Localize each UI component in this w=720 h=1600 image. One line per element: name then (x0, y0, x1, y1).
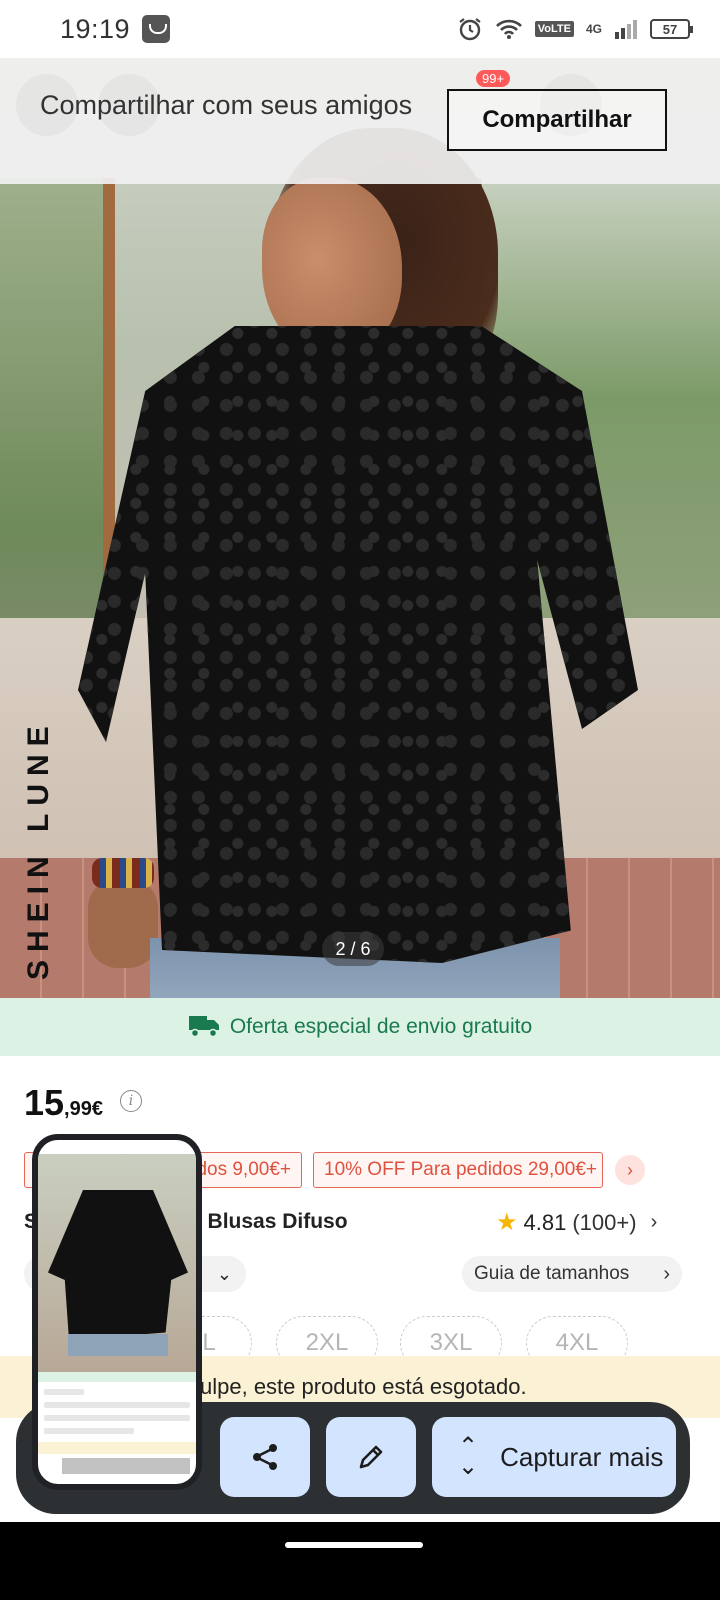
bracelet (92, 858, 154, 888)
size-guide-label: Guia de tamanhos (474, 1263, 630, 1284)
capture-more-button[interactable]: ⌃ ⌄ Capturar mais (432, 1417, 676, 1497)
thumbnail-image (38, 1154, 196, 1372)
thumbnail-content (38, 1372, 196, 1454)
shipping-offer-text: Oferta especial de envio gratuito (229, 1015, 533, 1038)
network-gen: 4G (585, 22, 602, 36)
product-price: 15,99€ (24, 1082, 103, 1124)
rating-count: (100+) (572, 1209, 637, 1235)
rating[interactable]: ★ 4.81 (100+) › (496, 1208, 657, 1237)
pencil-icon (359, 1445, 383, 1469)
price-decimal: ,99€ (64, 1098, 103, 1120)
edit-screenshot-button[interactable] (326, 1417, 416, 1497)
shipping-offer-strip[interactable]: Oferta especial de envio gratuito (0, 998, 720, 1056)
alarm-icon (457, 16, 483, 42)
brand-watermark: SHEIN LUNE (22, 718, 55, 980)
share-button[interactable]: Compartilhar (447, 89, 667, 151)
coupon-more-chevron-icon[interactable]: › (615, 1155, 645, 1185)
chevron-down-icon: ⌄ (216, 1263, 232, 1284)
truck-icon (188, 1012, 220, 1043)
chevron-right-icon: › (663, 1262, 670, 1285)
capture-more-label: Capturar mais (500, 1441, 664, 1472)
status-icons: VoLTE 4G 57 (457, 16, 693, 42)
screenshot-thumbnail[interactable] (32, 1134, 202, 1490)
battery-icon: 57 (650, 19, 693, 39)
title-end: s Blusas Difuso (190, 1210, 348, 1233)
status-bar: 19:19 VoLTE 4G 57 (0, 0, 720, 58)
wifi-icon (495, 18, 523, 40)
share-screenshot-button[interactable] (220, 1417, 310, 1497)
price-integer: 15 (24, 1082, 65, 1123)
product-image[interactable] (0, 58, 720, 1018)
cart-badge: 99+ (476, 70, 511, 87)
volte-badge: VoLTE (534, 21, 574, 37)
status-time: 19:19 (60, 13, 131, 44)
expand-vertical-icon: ⌃ ⌄ (458, 1433, 479, 1480)
signal-icon (614, 18, 638, 40)
home-gesture-handle[interactable] (285, 1542, 423, 1548)
size-guide-button[interactable]: Guia de tamanhos › (462, 1256, 682, 1292)
rating-value: 4.81 (523, 1209, 567, 1235)
thumbnail-bottom-bar (62, 1458, 190, 1474)
coupon-2[interactable]: 10% OFF Para pedidos 29,00€+ (313, 1152, 603, 1188)
navigation-bar (0, 1522, 720, 1600)
image-counter: 2 / 6 (322, 932, 384, 966)
info-icon[interactable]: i (120, 1090, 142, 1112)
chevron-right-icon: › (650, 1211, 658, 1233)
share-prompt-text: Compartilhar com seus amigos (40, 90, 413, 120)
model-arm (88, 878, 158, 968)
star-icon: ★ (496, 1209, 518, 1236)
share-icon (253, 1444, 277, 1470)
app-notification-icon (142, 15, 171, 43)
